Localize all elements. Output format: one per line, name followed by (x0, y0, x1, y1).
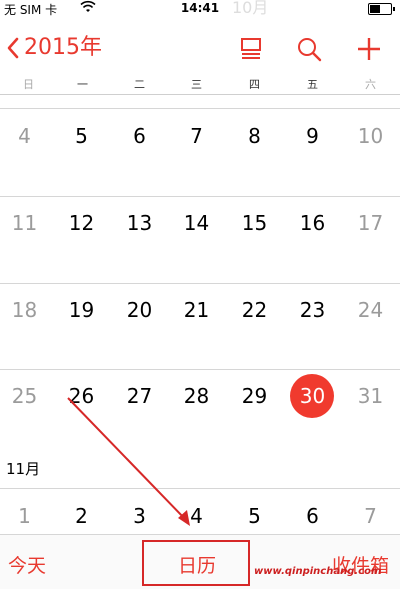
watermark-text: www.qinpinchang.com (254, 566, 382, 577)
annotation-arrow (67, 397, 190, 526)
